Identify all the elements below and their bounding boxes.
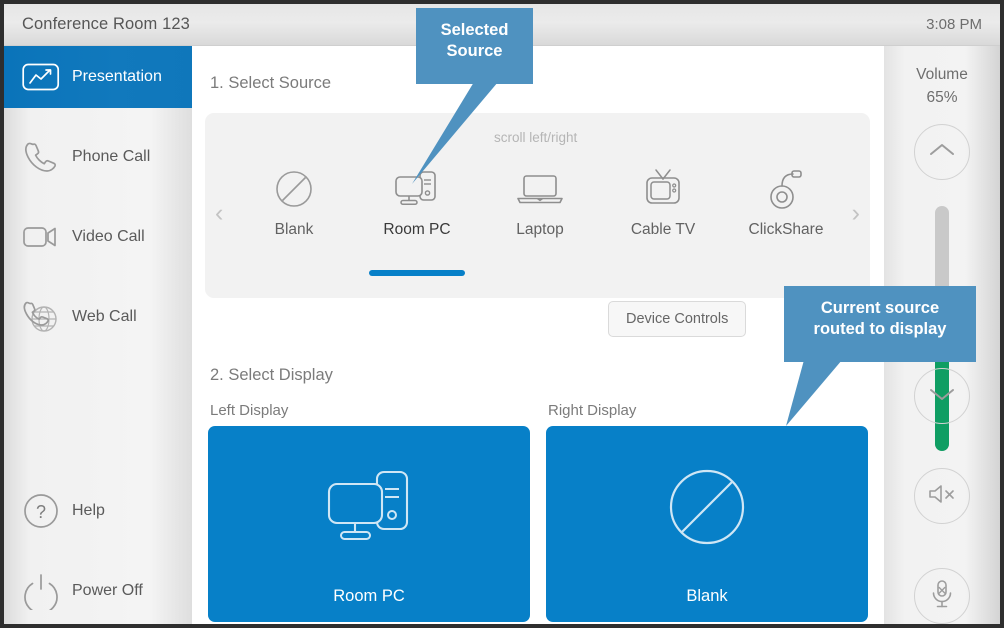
power-icon: [22, 571, 66, 611]
sidebar-item-phone-call[interactable]: Phone Call: [4, 126, 192, 188]
video-camera-icon: [22, 217, 66, 257]
scroll-right-arrow[interactable]: ›: [852, 201, 860, 226]
sidebar: Presentation Phone Call Video Call Web C…: [4, 46, 192, 624]
source-label: Blank: [274, 221, 314, 238]
sidebar-item-label: Phone Call: [72, 148, 151, 165]
page-title: Conference Room 123: [22, 15, 190, 33]
sidebar-item-help[interactable]: ? Help: [4, 480, 192, 542]
source-label: Room PC: [383, 221, 451, 238]
mute-speaker-button[interactable]: [914, 468, 970, 524]
volume-percent: 65%: [926, 89, 958, 106]
web-call-icon: [22, 297, 66, 337]
source-label: Cable TV: [630, 221, 696, 238]
clock: 3:08 PM: [926, 16, 982, 33]
step1-title: 1. Select Source: [210, 74, 332, 92]
chevron-down-icon: [929, 386, 955, 407]
touch-panel-screen: Conference Room 123 3:08 PM Presentation…: [0, 0, 1004, 628]
callout-selected-source: Selected Source: [416, 8, 533, 84]
right-display-tile[interactable]: Blank: [546, 426, 868, 622]
presentation-icon: [22, 57, 66, 97]
left-display-tile[interactable]: Room PC: [208, 426, 530, 622]
microphone-mute-icon: [928, 578, 956, 615]
sidebar-item-web-call[interactable]: Web Call: [4, 286, 192, 348]
phone-icon: [22, 137, 66, 177]
desktop-pc-icon: [319, 426, 419, 587]
callout-line2: routed to display: [813, 320, 947, 339]
speaker-mute-icon: [927, 481, 957, 512]
clickshare-icon: [727, 161, 845, 217]
callout-selected-source-tail: [412, 82, 498, 184]
sidebar-item-label: Video Call: [72, 228, 145, 245]
step2-title: 2. Select Display: [210, 366, 333, 384]
sidebar-item-label: Presentation: [72, 68, 162, 85]
sidebar-item-label: Power Off: [72, 582, 143, 599]
sidebar-item-label: Web Call: [72, 308, 137, 325]
right-display-source: Blank: [686, 587, 728, 605]
callout-current-source-tail: [786, 360, 842, 426]
source-label: Laptop: [516, 221, 564, 238]
callout-line2: Source: [446, 42, 503, 61]
source-item-blank[interactable]: Blank: [235, 161, 353, 266]
right-display-label: Right Display: [548, 402, 637, 419]
chevron-up-icon: [929, 142, 955, 163]
scroll-left-arrow[interactable]: ‹: [215, 201, 223, 226]
source-label: ClickShare: [748, 221, 824, 238]
selected-source-underline: [369, 270, 465, 276]
sidebar-item-label: Help: [72, 502, 105, 519]
main-content: 1. Select Source scroll left/right ‹ › B…: [192, 46, 884, 624]
blank-slash-icon: [664, 426, 750, 587]
svg-text:?: ?: [36, 502, 46, 522]
left-display-label: Left Display: [210, 402, 289, 419]
callout-current-source: Current source routed to display: [784, 286, 976, 362]
sidebar-item-video-call[interactable]: Video Call: [4, 206, 192, 268]
source-list: Blank Room PC Laptop Cable TV ClickShare: [235, 161, 845, 276]
callout-line1: Current source: [820, 299, 940, 317]
volume-title: Volume: [916, 66, 968, 83]
help-icon: ?: [22, 491, 66, 531]
sidebar-item-presentation[interactable]: Presentation: [4, 46, 192, 108]
volume-up-button[interactable]: [914, 124, 970, 180]
volume-down-button[interactable]: [914, 368, 970, 424]
source-selector-panel: scroll left/right ‹ › Blank Room PC Lapt…: [205, 113, 870, 337]
blank-slash-icon: [235, 161, 353, 217]
left-display-source: Room PC: [333, 587, 405, 605]
sidebar-item-power-off[interactable]: Power Off: [4, 560, 192, 622]
callout-line1: Selected: [440, 21, 509, 39]
tv-icon: [604, 161, 722, 217]
source-item-clickshare[interactable]: ClickShare: [727, 161, 845, 266]
device-controls-button[interactable]: Device Controls: [608, 301, 747, 337]
mute-microphone-button[interactable]: [914, 568, 970, 624]
source-item-cable-tv[interactable]: Cable TV: [604, 161, 722, 266]
